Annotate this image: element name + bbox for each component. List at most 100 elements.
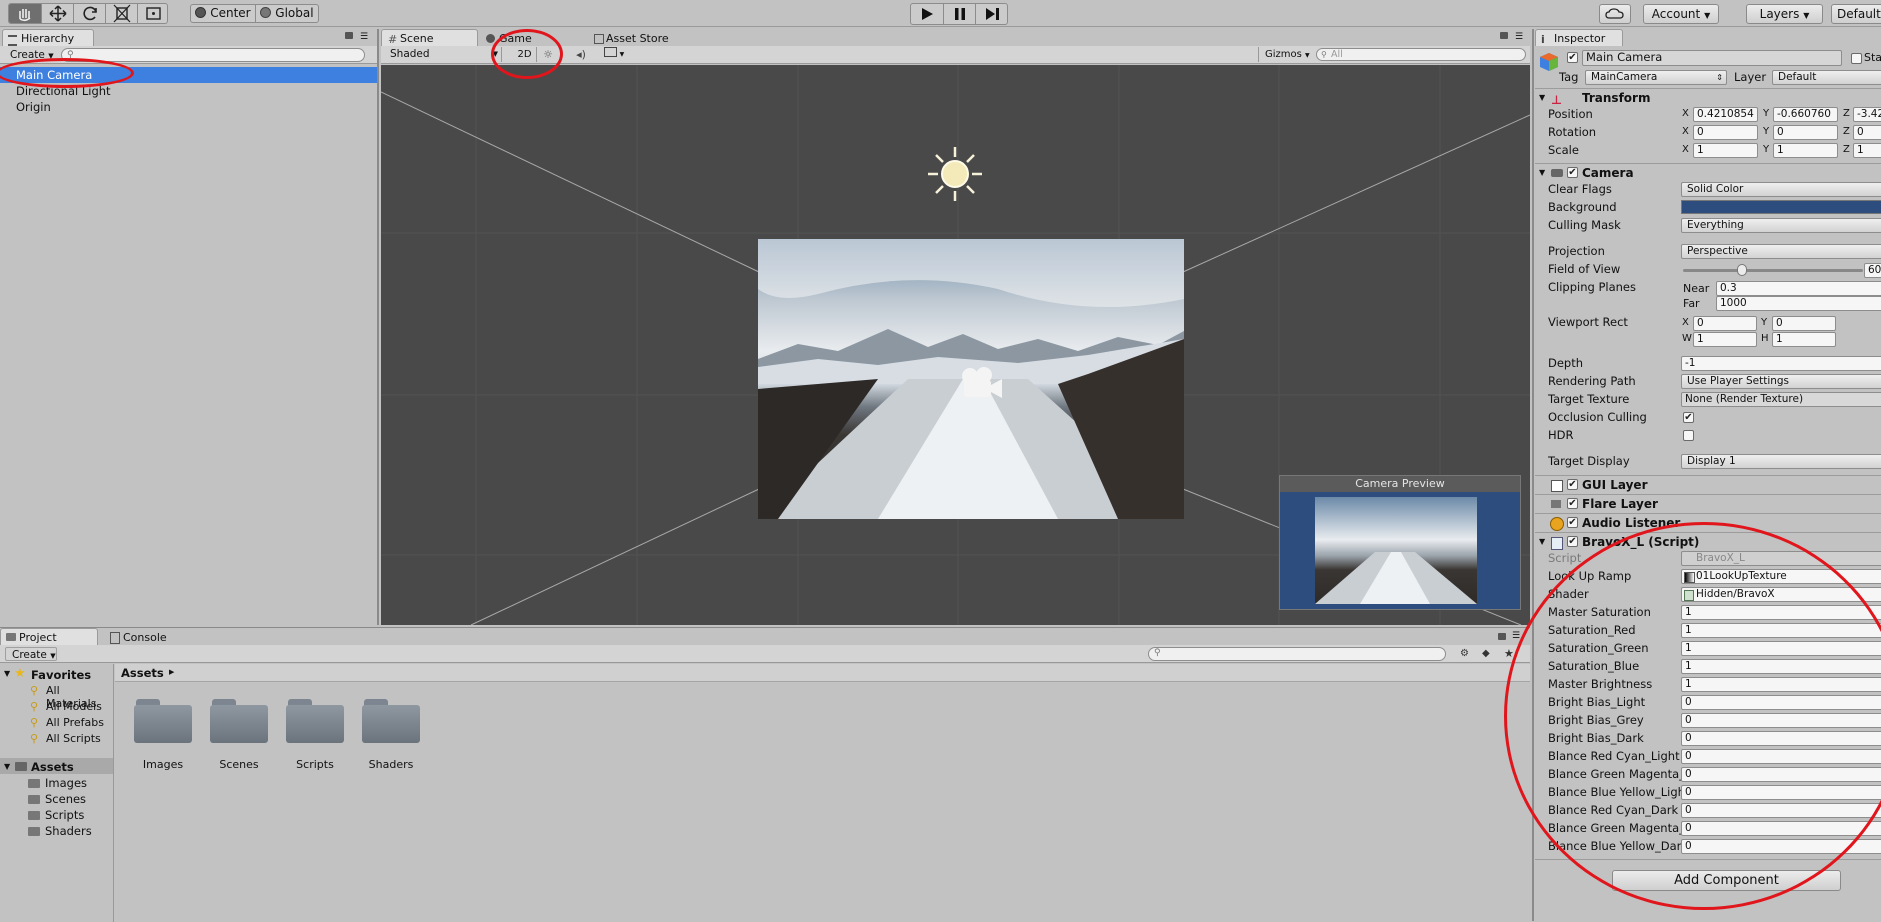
gui-layer-header[interactable]: ✔ GUI Layer [1535, 475, 1881, 494]
gui-layer-checkbox[interactable]: ✔ [1567, 479, 1578, 490]
tab-scene-label: Scene [400, 32, 434, 45]
filter-by-label-icon[interactable]: ◆ [1482, 648, 1490, 659]
expand-arrow-icon[interactable]: ▼ [4, 762, 10, 771]
gameobject-name-field[interactable]: Main Camera [1582, 50, 1842, 66]
audio-toggle[interactable]: ◂) [571, 47, 591, 62]
rect-tool-button[interactable] [137, 4, 168, 23]
directional-light-gizmo-icon[interactable] [925, 144, 985, 204]
layer-dropdown[interactable]: Default [1772, 70, 1881, 85]
scale-label: Scale [1548, 143, 1579, 157]
tab-console[interactable]: Console [104, 628, 194, 645]
panel-menu-icon[interactable]: ☰ [1515, 32, 1523, 42]
favorite-item-all-models[interactable]: All Models [46, 700, 102, 713]
scale-x-field[interactable]: 1 [1693, 143, 1758, 158]
tab-asset-store[interactable]: Asset Store [587, 29, 697, 46]
depth-field[interactable]: -1 [1681, 356, 1881, 371]
account-dropdown[interactable]: Account ▼ [1643, 4, 1719, 24]
asset-folder-scripts[interactable] [286, 699, 344, 743]
culling-mask-dropdown[interactable]: Everything [1681, 218, 1881, 233]
space-global-button[interactable]: Global [255, 5, 318, 22]
near-field[interactable]: 0.3 [1716, 281, 1881, 296]
project-create-button[interactable]: Create ▼ [5, 647, 57, 661]
fov-field[interactable]: 60 [1864, 263, 1881, 278]
step-button[interactable] [975, 4, 1008, 24]
scale-z-field[interactable]: 1 [1853, 143, 1881, 158]
fov-slider-thumb[interactable] [1737, 264, 1747, 276]
tab-inspector[interactable]: i Inspector [1535, 29, 1623, 46]
hierarchy-search-input[interactable]: ⚲ [61, 48, 365, 62]
rotate-tool-button[interactable] [73, 4, 105, 23]
scene-search-input[interactable]: ⚲ All [1316, 48, 1526, 61]
flare-layer-checkbox[interactable]: ✔ [1567, 498, 1578, 509]
lock-icon[interactable] [345, 32, 353, 39]
hand-tool-button[interactable] [9, 4, 41, 23]
project-search-input[interactable]: ⚲ [1148, 647, 1446, 661]
flare-layer-header[interactable]: ✔ Flare Layer [1535, 494, 1881, 513]
occlusion-culling-checkbox[interactable]: ✔ [1683, 412, 1694, 423]
camera-component-header[interactable]: ▼ ✔ Camera [1535, 163, 1881, 182]
play-button[interactable] [911, 4, 943, 24]
fov-slider-track[interactable] [1683, 269, 1863, 272]
scale-y-field[interactable]: 1 [1773, 143, 1838, 158]
audio-listener-checkbox[interactable]: ✔ [1567, 517, 1578, 528]
position-z-field[interactable]: -3.42 [1853, 107, 1881, 122]
bravox-enabled-checkbox[interactable]: ✔ [1567, 536, 1578, 547]
scale-tool-button[interactable] [105, 4, 137, 23]
shading-mode-dropdown[interactable]: Shaded ▼ [384, 47, 502, 62]
far-field[interactable]: 1000 [1716, 296, 1881, 311]
tree-folder-scenes[interactable]: Scenes [45, 792, 86, 806]
layout-label: Default [1837, 7, 1881, 21]
tag-dropdown[interactable]: MainCamera ⇕ [1585, 70, 1727, 85]
vp-w-field[interactable]: 1 [1693, 332, 1757, 347]
hdr-checkbox[interactable] [1683, 430, 1694, 441]
move-tool-button[interactable] [41, 4, 73, 23]
vp-x-field[interactable]: 0 [1693, 316, 1757, 331]
layers-dropdown[interactable]: Layers ▼ [1746, 4, 1823, 24]
asset-folder-scenes[interactable] [210, 699, 268, 743]
rotation-x-field[interactable]: 0 [1693, 125, 1758, 140]
rotation-y-field[interactable]: 0 [1773, 125, 1838, 140]
asset-folder-images[interactable] [134, 699, 192, 743]
expand-arrow-icon[interactable]: ▼ [4, 669, 10, 678]
gizmos-dropdown[interactable]: Gizmos ▼ [1258, 47, 1312, 62]
position-x-field[interactable]: 0.4210854 [1693, 107, 1758, 122]
favorite-item-all-prefabs[interactable]: All Prefabs [46, 716, 104, 729]
lock-icon[interactable] [1500, 32, 1508, 39]
static-checkbox[interactable] [1851, 53, 1862, 64]
target-display-dropdown[interactable]: Display 1 [1681, 454, 1881, 469]
transform-header[interactable]: ▼ ⊥ Transform [1535, 88, 1881, 107]
favorites-label[interactable]: Favorites [31, 668, 91, 682]
lock-icon[interactable] [1498, 633, 1506, 640]
clear-flags-dropdown[interactable]: Solid Color [1681, 182, 1881, 197]
camera-enabled-checkbox[interactable]: ✔ [1567, 167, 1578, 178]
breadcrumb-assets[interactable]: Assets [121, 666, 164, 680]
rotation-z-field[interactable]: 0 [1853, 125, 1881, 140]
layout-dropdown[interactable]: Default [1831, 4, 1881, 24]
vp-y-field[interactable]: 0 [1772, 316, 1836, 331]
pivot-center-button[interactable]: Center [191, 5, 255, 22]
tab-project[interactable]: Project [0, 628, 98, 645]
tree-folder-scripts[interactable]: Scripts [45, 808, 84, 822]
filter-by-type-icon[interactable]: ⚙ [1460, 648, 1469, 659]
cloud-button[interactable] [1599, 4, 1631, 24]
tree-folder-shaders[interactable]: Shaders [45, 824, 92, 838]
target-texture-field[interactable]: None (Render Texture) [1681, 392, 1881, 407]
tab-hierarchy[interactable]: Hierarchy [2, 29, 94, 46]
favorite-item-all-scripts[interactable]: All Scripts [46, 732, 101, 745]
effects-dropdown[interactable]: ▼ [599, 47, 629, 62]
asset-folder-shaders[interactable] [362, 699, 420, 743]
vp-h-field[interactable]: 1 [1772, 332, 1836, 347]
camera-gizmo-icon[interactable] [955, 363, 1005, 401]
pause-button[interactable] [943, 4, 975, 24]
tree-folder-images[interactable]: Images [45, 776, 87, 790]
tab-scene[interactable]: # Scene [381, 29, 478, 46]
rendering-path-dropdown[interactable]: Use Player Settings [1681, 374, 1881, 389]
position-y-field[interactable]: -0.660760 [1773, 107, 1838, 122]
gameobject-active-checkbox[interactable]: ✔ [1567, 52, 1578, 63]
hierarchy-item-origin[interactable]: Origin [16, 99, 51, 115]
scene-viewport[interactable]: Camera Preview [381, 65, 1530, 625]
projection-dropdown[interactable]: Perspective [1681, 244, 1881, 259]
panel-menu-icon[interactable]: ☰ [360, 32, 368, 42]
folder-icon [28, 827, 40, 836]
background-color-swatch[interactable] [1681, 200, 1881, 214]
